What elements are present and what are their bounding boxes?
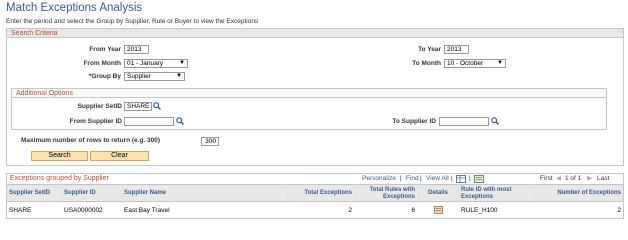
col-header-details: Details (428, 190, 448, 196)
to-supplier-id-label: To Supplier ID (392, 118, 436, 125)
cell-supplier-setid: SHARE (9, 206, 32, 214)
cell-supplier-name: East Bay Travel (124, 206, 170, 214)
to-month-value: 10 - October (447, 60, 484, 67)
to-month-label: To Month (412, 60, 441, 67)
group-by-select[interactable]: Supplier ▼ (124, 72, 185, 81)
col-header-number-of-exceptions[interactable]: Number of Exceptions (537, 185, 621, 202)
lookup-icon[interactable] (176, 117, 184, 125)
page-range: 1 of 1 (565, 175, 582, 182)
from-month-label: From Month (83, 60, 121, 67)
col-header-supplier-name[interactable]: Supplier Name (124, 185, 224, 202)
clear-button[interactable]: Clear (90, 151, 149, 161)
nav-separator: | (420, 175, 422, 182)
lookup-icon[interactable] (153, 102, 161, 110)
cell-rule-id: RULE_H100 (461, 206, 498, 214)
to-month-select[interactable]: 10 - October ▼ (444, 59, 506, 68)
download-icon[interactable] (474, 175, 484, 183)
chevron-down-icon: ▼ (176, 73, 182, 79)
to-year-input[interactable]: 2013 (444, 45, 469, 54)
details-cell (421, 203, 455, 217)
exceptions-grid: Exceptions grouped by Supplier Personali… (6, 173, 624, 219)
from-year-label: From Year (89, 46, 121, 53)
cell-number-of-exceptions: 2 (617, 206, 621, 214)
from-supplier-id-label: From Supplier ID (69, 118, 122, 125)
col-header-total-rules[interactable]: Total Rules with Exceptions (357, 185, 415, 202)
prev-arrow-icon[interactable]: ◀ (556, 175, 561, 183)
max-rows-input[interactable]: 300 (201, 137, 219, 146)
to-supplier-id-input[interactable] (439, 117, 489, 126)
first-link[interactable]: First (540, 175, 553, 183)
search-criteria-header: Search Criteria (7, 29, 623, 38)
from-month-select[interactable]: 01 - January ▼ (124, 59, 188, 68)
group-by-label: *Group By (88, 73, 121, 80)
supplier-setid-label: Supplier SetID (77, 103, 122, 110)
grid-title: Exceptions grouped by Supplier (10, 175, 109, 182)
nav-separator: | (400, 175, 402, 182)
max-rows-label: Maximum number of rows to return (e.g. 3… (21, 137, 161, 144)
col-header-supplier-setid[interactable]: Supplier SetID (9, 185, 61, 202)
cell-total-exceptions: 2 (348, 206, 352, 214)
cell-supplier-id: USA0000002 (64, 206, 103, 214)
from-year-input[interactable]: 2013 (124, 45, 149, 54)
chevron-down-icon: ▼ (179, 60, 185, 66)
nav-separator: | (469, 175, 471, 182)
cell-total-rules: 6 (411, 206, 415, 214)
view-all-link[interactable]: View All (426, 175, 449, 183)
zoom-grid-icon[interactable] (456, 175, 466, 183)
to-year-label: To Year (418, 46, 441, 53)
col-header-rule-id[interactable]: Rule ID with most Exceptions (461, 185, 531, 202)
additional-options-header: Additional Options (12, 89, 606, 98)
supplier-setid-input[interactable]: SHARE (124, 102, 152, 111)
last-link[interactable]: Last (597, 175, 609, 183)
grid-header-row: Supplier SetID Supplier ID Supplier Name… (7, 184, 623, 202)
nav-separator: | (451, 175, 453, 182)
lookup-icon[interactable] (491, 117, 499, 125)
group-by-value: Supplier (127, 73, 151, 80)
personalize-link[interactable]: Personalize (362, 175, 396, 183)
col-header-supplier-id[interactable]: Supplier ID (64, 185, 122, 202)
additional-options-box: Additional Options Supplier SetID SHARE … (11, 88, 607, 130)
chevron-down-icon: ▼ (497, 60, 503, 66)
search-button[interactable]: Search (31, 151, 88, 161)
table-row: SHARE USA0000002 East Bay Travel 2 6 RUL… (7, 203, 623, 217)
page-instructions: Enter the period and select the Group by… (6, 18, 259, 25)
from-month-value: 01 - January (127, 60, 164, 67)
find-link[interactable]: Find (406, 175, 419, 183)
details-icon[interactable] (433, 206, 443, 214)
page-title: Match Exceptions Analysis (6, 2, 143, 14)
from-supplier-id-input[interactable] (124, 117, 174, 126)
col-header-total-exceptions[interactable]: Total Exceptions (290, 185, 352, 202)
next-arrow-icon[interactable]: ▶ (587, 175, 592, 183)
